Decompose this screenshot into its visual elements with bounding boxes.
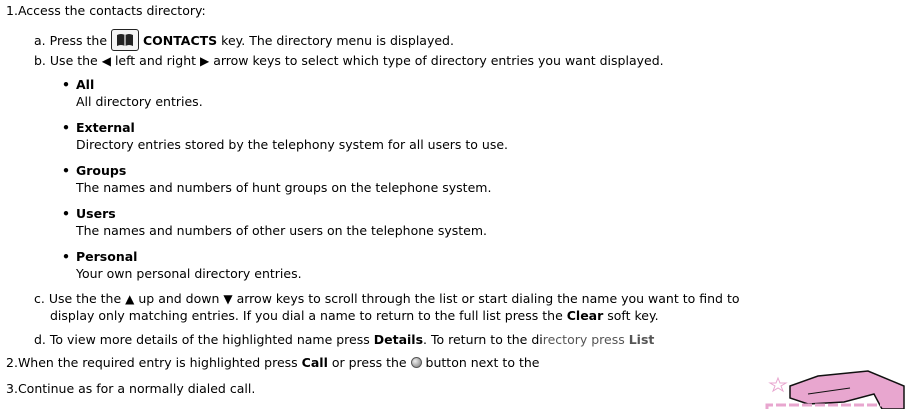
- step-text-post: button next to the: [421, 355, 540, 370]
- substep-text-mid: up and down: [134, 291, 224, 306]
- substep-text-pre: Press the: [49, 33, 111, 48]
- substep-text-mid: . To return to the di: [423, 332, 543, 347]
- substep-text-tail: rectory press: [542, 332, 629, 347]
- round-button-icon: [410, 357, 422, 368]
- clear-softkey-label: Clear: [566, 308, 604, 323]
- entry-users: • Users: [62, 205, 116, 222]
- entry-groups-desc: The names and numbers of hunt groups on …: [76, 180, 492, 195]
- substep-c-line2: display only matching entries. If you di…: [50, 307, 659, 324]
- pink-logo-watermark: [668, 368, 912, 409]
- step-text-mid: or press the: [327, 355, 411, 370]
- entry-personal: • Personal: [62, 248, 137, 265]
- substep-letter: b.: [34, 53, 46, 68]
- substep-text-post: key. The directory menu is displayed.: [217, 33, 454, 48]
- step-2: 2.When the required entry is highlighted…: [6, 354, 539, 371]
- entry-all: • All: [62, 76, 94, 93]
- substep-text: display only matching entries. If you di…: [50, 308, 567, 323]
- substep-c: c. Use the the ▲ up and down ▼ arrow key…: [34, 290, 740, 308]
- substep-text-mid: left and right: [110, 53, 200, 68]
- bullet: •: [62, 249, 70, 264]
- substep-b: b. Use the ◀ left and right ▶ arrow keys…: [34, 52, 664, 70]
- entry-title: Personal: [76, 249, 138, 264]
- substep-letter: a.: [34, 33, 46, 48]
- bullet: •: [62, 163, 70, 178]
- entry-title: External: [76, 120, 135, 135]
- book-icon: [110, 29, 139, 51]
- substep-d: d. To view more details of the highlight…: [34, 331, 654, 348]
- up-arrow-icon: ▲: [125, 292, 135, 306]
- details-label: Details: [373, 332, 424, 347]
- entry-title: Users: [76, 206, 116, 221]
- entry-title: All: [76, 77, 95, 92]
- step-1: 1.Access the contacts directory:: [6, 2, 206, 19]
- entry-external-desc: Directory entries stored by the telephon…: [76, 137, 509, 152]
- substep-text-pre: Use the: [49, 53, 102, 68]
- step-number: 1.: [6, 3, 18, 18]
- step-3: 3.Continue as for a normally dialed call…: [6, 380, 255, 397]
- entry-groups: • Groups: [62, 162, 126, 179]
- entry-title: Groups: [76, 163, 127, 178]
- substep-text: soft key.: [603, 308, 659, 323]
- entry-all-desc: All directory entries.: [76, 94, 203, 109]
- bullet: •: [62, 120, 70, 135]
- down-arrow-icon: ▼: [223, 292, 233, 306]
- bullet: •: [62, 206, 70, 221]
- right-arrow-icon: ▶: [200, 54, 210, 68]
- entry-users-desc: The names and numbers of other users on …: [76, 223, 488, 238]
- substep-a: a. Press the CONTACTS key. The directory…: [34, 29, 454, 51]
- step-text: Continue as for a normally dialed call.: [17, 381, 256, 396]
- left-arrow-icon: ◀: [101, 54, 111, 68]
- bullet: •: [62, 77, 70, 92]
- entry-personal-desc: Your own personal directory entries.: [76, 266, 302, 281]
- substep-letter: d.: [34, 332, 46, 347]
- step-text: Access the contacts directory:: [17, 3, 206, 18]
- list-label: List: [628, 332, 655, 347]
- substep-letter: c.: [34, 291, 45, 306]
- contacts-key-label: CONTACTS: [142, 33, 218, 48]
- step-number: 2.: [6, 355, 18, 370]
- substep-text-pre: To view more details of the highlighted …: [49, 332, 374, 347]
- step-text-pre: When the required entry is highlighted p…: [17, 355, 302, 370]
- substep-text-post: arrow keys to scroll through the list or…: [232, 291, 740, 306]
- substep-text-pre: Use the the: [48, 291, 126, 306]
- substep-text-post: arrow keys to select which type of direc…: [209, 53, 664, 68]
- entry-external: • External: [62, 119, 135, 136]
- call-label: Call: [301, 355, 328, 370]
- step-number: 3.: [6, 381, 18, 396]
